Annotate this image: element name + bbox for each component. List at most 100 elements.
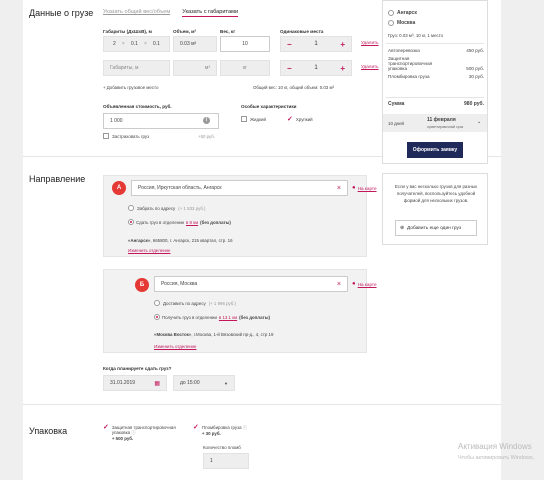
delete-row-link-2[interactable]: Удалить: [361, 64, 379, 69]
clear-icon[interactable]: ×: [337, 185, 341, 192]
price-item-value: 500 руб.: [466, 66, 484, 71]
label-seals-count: Количество пломб: [203, 445, 241, 450]
map-pin-icon: ●: [352, 185, 356, 191]
dim-width: 0.1: [130, 41, 138, 47]
info-icon[interactable]: ⓘ: [131, 430, 135, 435]
map-link-a[interactable]: ● На карте: [352, 185, 377, 191]
to-radio[interactable]: [388, 20, 394, 26]
minus-button[interactable]: −: [287, 40, 292, 49]
quantity-stepper-2[interactable]: − 1 +: [280, 60, 352, 76]
calendar-icon[interactable]: ▦: [154, 380, 160, 387]
info-icon[interactable]: ⓘ: [243, 425, 247, 430]
b-office-name: «Москва Восток»: [154, 332, 192, 337]
direction-section-title: Направление: [29, 174, 86, 184]
b-change-office-link[interactable]: Изменить отделение: [154, 344, 196, 349]
from-radio[interactable]: [388, 10, 394, 16]
add-cargo-button[interactable]: ⊕ Добавить еще один груз: [395, 220, 477, 236]
b-delivery-radio[interactable]: [154, 300, 160, 306]
a-pickup-radio[interactable]: [128, 205, 134, 211]
tab-total-weight[interactable]: Указать общий вес/объем: [103, 9, 170, 17]
label-declared-value: Объявленная стоимость, руб.: [103, 104, 172, 109]
declared-value-input[interactable]: 1 000: [103, 113, 219, 129]
dim-height: 0.1: [153, 41, 160, 47]
point-a-city-input[interactable]: Россия, Иркутская область, Ангарск ×: [131, 180, 348, 196]
b-receive-option[interactable]: Получить груз в отделении в 13.1 км (без…: [154, 314, 270, 320]
total-row: Сумма 980 руб.: [388, 101, 484, 107]
weight-input-1[interactable]: 10: [220, 36, 270, 52]
clear-icon[interactable]: ×: [337, 281, 341, 288]
order-summary-card: Ангарск Москва Груз: 0.03 м³, 10 кг, 1 м…: [382, 0, 488, 164]
liquid-option[interactable]: Жидкий: [241, 116, 266, 122]
windows-watermark-title: Активация Windows: [458, 442, 532, 451]
add-place-link[interactable]: + Добавить грузовое место: [103, 85, 158, 90]
check-icon[interactable]: ✓: [193, 424, 199, 436]
insure-option[interactable]: Застраховать груз: [103, 133, 149, 139]
dim-length: 2: [113, 41, 116, 47]
plus-circle-icon: ⊕: [400, 225, 405, 231]
minus-button[interactable]: −: [287, 64, 292, 73]
b-receive-distance[interactable]: в 13.1 км: [219, 315, 237, 320]
a-dropoff-radio[interactable]: [128, 219, 134, 225]
seals-count-input[interactable]: 1: [203, 453, 249, 469]
dimensions-input-1[interactable]: 2 × 0.1 × 0.1: [103, 36, 170, 52]
plus-button[interactable]: +: [340, 64, 345, 73]
add-cargo-label: Добавить еще один груз: [407, 225, 462, 231]
route-from[interactable]: Ангарск: [388, 10, 417, 16]
check-icon[interactable]: ✓: [103, 424, 109, 441]
b-delivery-option[interactable]: Доставить по адресу (+ 1 996 руб.): [154, 300, 236, 306]
check-icon[interactable]: ✓: [287, 115, 293, 123]
price-item: Защитная транспортировочная упаковка 500 …: [388, 56, 484, 71]
weight-input-2[interactable]: кг: [220, 60, 270, 76]
time-select[interactable]: до 15:00 ▼: [173, 375, 235, 391]
b-delivery-label: Доставить по адресу: [163, 300, 206, 306]
a-dropoff-option[interactable]: Сдать груз в отделении в 8 км (без допла…: [128, 219, 231, 225]
order-button[interactable]: Оформить заявку: [407, 142, 463, 158]
insure-checkbox[interactable]: [103, 133, 109, 139]
protective-option[interactable]: ✓ Защитная транспортировочная упаковка ⓘ…: [103, 424, 191, 441]
to-city: Москва: [397, 20, 416, 26]
insure-price: +50 руб.: [198, 134, 216, 139]
multi-cargo-card: Если у вас несколько грузов для разных п…: [382, 173, 488, 245]
map-link-b[interactable]: ● На карте: [352, 281, 377, 287]
seal-text: Пломбировка груза ⓘ + 30 руб.: [202, 425, 247, 436]
route-to[interactable]: Москва: [388, 20, 415, 26]
info-icon[interactable]: i: [203, 117, 210, 124]
a-dropoff-extra: (без доплаты): [200, 219, 231, 225]
price-item-value: 450 руб.: [466, 48, 484, 53]
b-receive-label: Получить груз в отделении: [162, 314, 217, 320]
dimensions-input-2[interactable]: Габариты, м: [103, 60, 170, 76]
quantity-stepper-1[interactable]: − 1 +: [280, 36, 352, 52]
delete-row-link-1[interactable]: Удалить: [361, 40, 379, 45]
a-pickup-price: (+ 1 533 руб.): [178, 205, 206, 211]
fragile-option[interactable]: ✓ Хрупкий: [287, 115, 313, 123]
date-input[interactable]: 31.01.2019 ▦: [103, 375, 167, 391]
volume-input-2[interactable]: м³: [173, 60, 217, 76]
protective-price: + 500 руб.: [111, 436, 134, 441]
map-pin-icon: ●: [352, 281, 356, 287]
liquid-checkbox[interactable]: [241, 116, 247, 122]
point-b-city-input[interactable]: Россия, Москва ×: [154, 276, 348, 292]
volume-input-1[interactable]: 0.03 м³: [173, 36, 217, 52]
seal-label: Пломбировка груза: [201, 425, 242, 430]
tab-dimensions[interactable]: Указать с габаритами: [182, 9, 239, 17]
insure-label: Застраховать груз: [112, 133, 150, 139]
a-office-addr: , 665800, г. Ангарск, 215 квартал, стр. …: [150, 238, 233, 243]
a-pickup-label: Забрать по адресу: [137, 205, 176, 211]
plus-button[interactable]: +: [340, 40, 345, 49]
a-change-office-link[interactable]: Изменить отделение: [128, 248, 170, 253]
protective-label: Защитная транспортировочная упаковка: [111, 425, 176, 435]
a-dropoff-distance[interactable]: в 8 км: [186, 220, 198, 225]
a-dropoff-label: Сдать груз в отделении: [136, 219, 184, 225]
b-receive-radio[interactable]: [154, 314, 160, 320]
eta-bar[interactable]: 10 дней 11 февраля ориентировочный срок …: [383, 114, 487, 132]
price-item: Пломбировка груза 30 руб.: [388, 74, 484, 79]
point-b-city: Россия, Москва: [161, 281, 198, 287]
cargo-section-title: Данные о грузе: [29, 8, 94, 18]
map-link-label: На карте: [357, 185, 377, 191]
seal-price: + 30 руб.: [201, 431, 221, 436]
seal-option[interactable]: ✓ Пломбировка груза ⓘ + 30 руб.: [193, 424, 273, 436]
a-pickup-option[interactable]: Забрать по адресу (+ 1 533 руб.): [128, 205, 206, 211]
price-item-name: Автоперевозка: [388, 48, 420, 53]
liquid-label: Жидкий: [250, 116, 266, 122]
price-item-name: Пломбировка груза: [388, 74, 430, 79]
